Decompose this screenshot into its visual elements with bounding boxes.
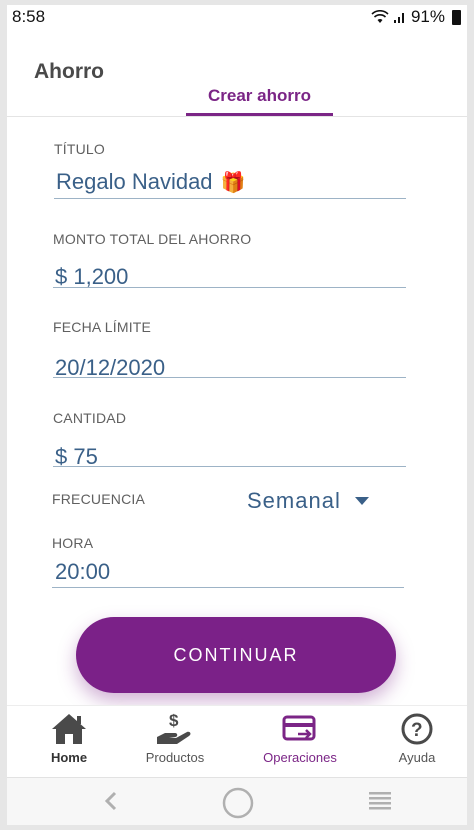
gift-icon: 🎁 [220, 172, 246, 194]
title-label: TÍTULO [54, 141, 105, 157]
nav-item-home[interactable]: Home [19, 710, 119, 772]
nav-label-home: Home [50, 750, 88, 765]
time-field[interactable]: 20:00 [55, 559, 110, 585]
time-underline [52, 587, 404, 588]
total-label: MONTO TOTAL DEL AHORRO [53, 231, 252, 247]
bottom-nav: Home $ Productos Operaciones ? Ayuda [7, 705, 467, 777]
amount-underline [53, 466, 406, 467]
wifi-icon [371, 10, 389, 23]
time-label: HORA [52, 535, 94, 551]
title-value: Regalo Navidad [56, 169, 213, 194]
tab-crear-ahorro[interactable]: Crear ahorro [186, 79, 333, 117]
card-transfer-icon [250, 710, 350, 748]
continue-button[interactable]: CONTINUAR [76, 617, 396, 693]
home-icon [19, 710, 119, 748]
battery-percent: 91% [410, 7, 445, 26]
hand-money-icon: $ [125, 710, 225, 748]
recent-apps-icon[interactable] [367, 786, 393, 816]
system-nav-bar [7, 777, 467, 825]
nav-label-productos: Productos [145, 750, 205, 765]
nav-item-ayuda[interactable]: ? Ayuda [367, 710, 467, 772]
total-underline [53, 287, 406, 288]
battery-icon [452, 9, 461, 25]
page-title: Ahorro [34, 60, 104, 83]
back-icon[interactable] [101, 786, 121, 816]
signal-icon [393, 13, 404, 23]
svg-text:$: $ [169, 711, 179, 730]
nav-label-ayuda: Ayuda [398, 750, 436, 765]
app-header: Ahorro Crear ahorro [7, 31, 467, 117]
status-time: 8:58 [12, 7, 46, 26]
home-circle-icon[interactable] [221, 786, 255, 820]
frequency-value: Semanal [247, 488, 341, 513]
help-icon: ? [367, 710, 467, 748]
nav-item-productos[interactable]: $ Productos [125, 710, 225, 772]
date-underline [53, 377, 406, 378]
frequency-select[interactable]: Semanal [247, 486, 369, 516]
nav-item-operaciones[interactable]: Operaciones [250, 710, 350, 772]
status-bar: 8:58 91% [7, 5, 467, 31]
amount-label: CANTIDAD [53, 410, 127, 426]
title-underline [54, 198, 406, 199]
title-field[interactable]: Regalo Navidad 🎁 [56, 169, 245, 195]
svg-text:?: ? [411, 720, 423, 741]
phone-screen: 8:58 91% Ahorro Crear ahorro TÍTULO Rega… [7, 5, 467, 825]
caret-down-icon [354, 497, 369, 505]
date-label: FECHA LÍMITE [53, 319, 152, 335]
status-right: 91% [371, 7, 461, 27]
nav-label-operaciones: Operaciones [263, 750, 337, 765]
frequency-label: FRECUENCIA [52, 491, 146, 507]
